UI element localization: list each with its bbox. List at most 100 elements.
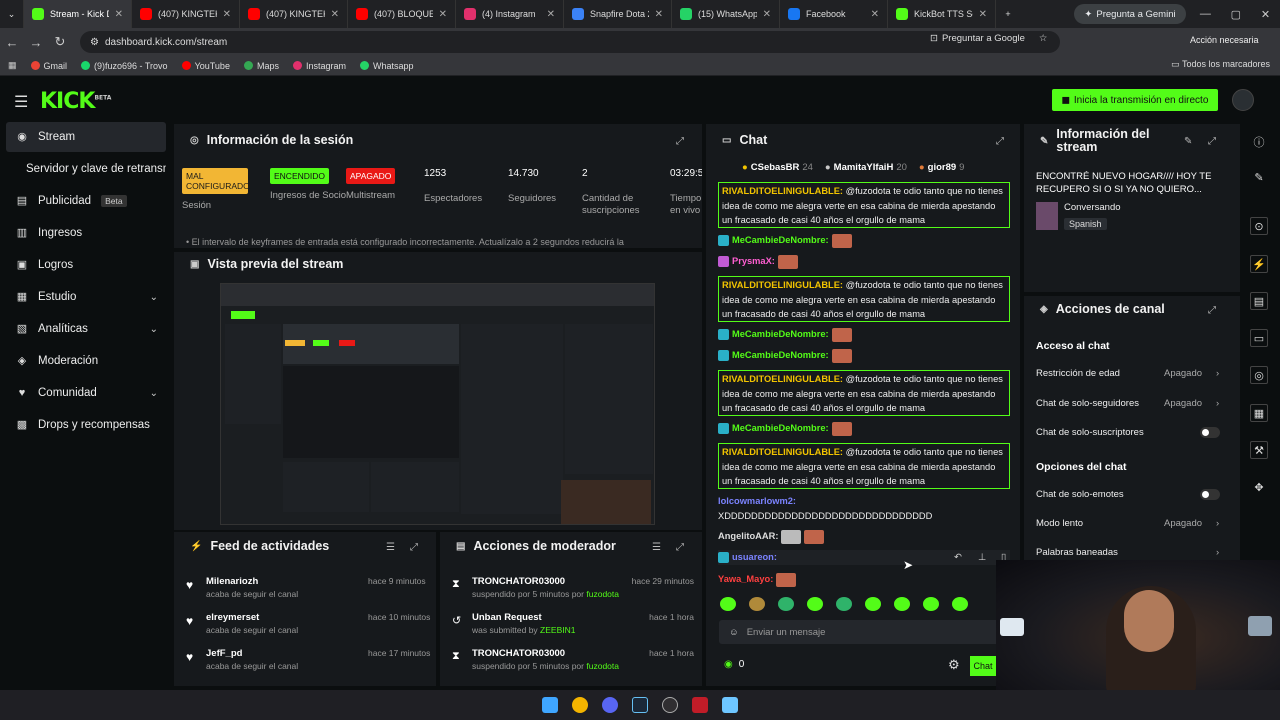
quick-emote-icon[interactable] (836, 597, 852, 611)
browser-tab[interactable]: (15) WhatsApp ✕ (672, 0, 780, 28)
chat-message[interactable]: Yawa_Mayo: (718, 572, 1010, 587)
windows-start-icon[interactable] (542, 697, 558, 713)
url-bar[interactable]: ⚙ dashboard.kick.com/stream (80, 31, 1060, 53)
age-restriction-value[interactable]: Apagado (1164, 368, 1202, 379)
chat-message[interactable]: RIVALDITOELINIGULABLE: @fuzodota te odio… (718, 182, 1010, 228)
age-restriction-label[interactable]: Restricción de edad (1036, 368, 1120, 379)
chat-message[interactable]: MeCambieDeNombre: (718, 327, 1010, 342)
emotes-only-toggle[interactable] (1200, 489, 1220, 500)
target-icon[interactable]: ⊙ (1250, 217, 1268, 235)
channel-points[interactable]: ◉ 0 (724, 659, 744, 670)
activity-item[interactable]: ♥ elreymerset acaba de seguir el canal h… (186, 612, 430, 635)
close-tab-icon[interactable]: ✕ (655, 9, 663, 20)
sidebar-item[interactable]: ▣ Logros (6, 250, 166, 280)
expand-icon[interactable]: ⤢ (676, 136, 684, 147)
ask-google-button[interactable]: ⊡ Preguntar a Google ☆ (930, 33, 1047, 44)
back-icon[interactable]: ← (0, 35, 24, 50)
close-icon[interactable]: ✕ (1261, 8, 1270, 21)
bookmark-item[interactable]: Gmail (30, 61, 67, 71)
filter-icon[interactable]: ☰ (386, 542, 395, 553)
reply-icon[interactable]: ↶ (954, 550, 962, 565)
app-icon[interactable] (692, 697, 708, 713)
edit-icon[interactable]: ✎ (1184, 136, 1192, 147)
sidebar-item[interactable]: ♥ Comunidad ⌄ (6, 378, 166, 408)
wrench-icon[interactable]: ⚒ (1250, 441, 1268, 459)
quick-emote-icon[interactable] (865, 597, 881, 611)
category-thumbnail[interactable] (1036, 202, 1058, 230)
close-tab-icon[interactable]: ✕ (871, 9, 879, 20)
user-avatar[interactable] (1232, 89, 1254, 111)
expand-icon[interactable]: ⤢ (996, 136, 1004, 147)
slow-mode-label[interactable]: Modo lento (1036, 518, 1083, 529)
expand-icon[interactable]: ⤢ (410, 542, 418, 553)
followers-only-value[interactable]: Apagado (1164, 398, 1202, 409)
chat-send-button[interactable]: Chat (970, 656, 996, 676)
browser-tab[interactable]: (407) BLOQUEAN ✕ (348, 0, 456, 28)
filter-icon[interactable]: ☰ (652, 542, 661, 553)
stream-preview-video[interactable] (220, 283, 655, 525)
mod-action-item[interactable]: ⧗ TRONCHATOR03000 suspendido por 5 minut… (452, 648, 694, 671)
quick-emote-icon[interactable] (749, 597, 765, 611)
bookmark-item[interactable]: (9)fuzo696 - Trovo (81, 61, 168, 71)
menu-icon[interactable]: ☰ (14, 92, 28, 112)
close-tab-icon[interactable]: ✕ (547, 9, 555, 20)
sidebar-item[interactable]: ▩ Drops y recompensas (6, 410, 166, 440)
chat-message[interactable]: RIVALDITOELINIGULABLE: @fuzodota te odio… (718, 443, 1010, 489)
bookmark-item[interactable]: YouTube (181, 61, 230, 71)
chat-message[interactable]: PrysmaX: (718, 254, 1010, 269)
action-needed-button[interactable]: Acción necesaria (1190, 35, 1259, 45)
top-gifter[interactable]: ● gior89 9 (919, 162, 965, 173)
gemini-button[interactable]: ✦ Pregunta a Gemini (1074, 4, 1186, 24)
close-tab-icon[interactable]: ✕ (763, 9, 771, 20)
quick-emote-icon[interactable] (807, 597, 823, 611)
new-tab-icon[interactable]: + (996, 0, 1020, 28)
quick-emote-icon[interactable] (952, 597, 968, 611)
browser-tab[interactable]: Stream - Kick Da ✕ (24, 0, 132, 28)
chat-message[interactable]: RIVALDITOELINIGULABLE: @fuzodota te odio… (718, 276, 1010, 322)
bookmark-item[interactable]: Whatsapp (360, 61, 414, 71)
tab-list-button[interactable]: ⌄ (0, 0, 24, 28)
edit-icon[interactable]: ✎ (1250, 168, 1268, 186)
browser-tab[interactable]: (4) Instagram ✕ (456, 0, 564, 28)
browser-tab[interactable]: KickBot TTS Setti ✕ (888, 0, 996, 28)
bookmark-item[interactable]: Instagram (292, 61, 346, 71)
puzzle-icon[interactable]: ✥ (1250, 478, 1268, 496)
chevron-right-icon[interactable]: › (1216, 368, 1219, 379)
quick-emote-icon[interactable] (894, 597, 910, 611)
chat-message[interactable]: MeCambieDeNombre: (718, 421, 1010, 436)
site-info-icon[interactable]: ⚙ (90, 37, 99, 48)
apps-icon[interactable]: ▦ (8, 60, 17, 71)
mod-action-item[interactable]: ⧗ TRONCHATOR03000 suspendido por 5 minut… (452, 576, 694, 599)
emoji-icon[interactable]: ☺ (729, 627, 739, 638)
browser-tab[interactable]: (407) KINGTEKA ✕ (132, 0, 240, 28)
sidebar-item[interactable]: ◉ Stream (6, 122, 166, 152)
pin-icon[interactable]: ⊥ (978, 550, 986, 565)
clipboard-icon[interactable]: ▤ (1250, 292, 1268, 310)
banned-words-label[interactable]: Palabras baneadas (1036, 547, 1118, 558)
close-tab-icon[interactable]: ✕ (979, 9, 987, 20)
obs-icon[interactable] (662, 697, 678, 713)
broadcast-icon[interactable]: ◎ (1250, 366, 1268, 384)
notepad-icon[interactable] (722, 697, 738, 713)
chevron-right-icon[interactable]: › (1216, 518, 1219, 529)
expand-icon[interactable]: ⤢ (1208, 136, 1216, 147)
subs-only-toggle[interactable] (1200, 427, 1220, 438)
category-label[interactable]: Conversando (1064, 202, 1121, 213)
close-tab-icon[interactable]: ✕ (223, 9, 231, 20)
browser-tab[interactable]: (407) KINGTEKA Y ✕ (240, 0, 348, 28)
chat-message[interactable]: MeCambieDeNombre: (718, 233, 1010, 248)
reload-icon[interactable]: ↻ (48, 34, 72, 50)
steam-icon[interactable] (632, 697, 648, 713)
bolt-icon[interactable]: ⚡ (1250, 255, 1268, 273)
info-icon[interactable]: ⓘ (1250, 133, 1268, 151)
sidebar-item[interactable]: ▦ Estudio ⌄ (6, 282, 166, 312)
expand-icon[interactable]: ⤢ (1208, 305, 1216, 316)
browser-tab[interactable]: Snapfire Dota 2 T ✕ (564, 0, 672, 28)
star-icon[interactable]: ☆ (1039, 33, 1048, 44)
kick-logo[interactable]: KICKBETA (40, 89, 111, 114)
chat-bubble-icon[interactable]: ▭ (1250, 329, 1268, 347)
mod-action-item[interactable]: ↺ Unban Request was submitted by ZEEBIN1… (452, 612, 694, 635)
browser-tab[interactable]: Facebook ✕ (780, 0, 888, 28)
top-gifter[interactable]: ● CSebasBR 24 (742, 162, 813, 173)
close-tab-icon[interactable]: ✕ (115, 9, 123, 20)
